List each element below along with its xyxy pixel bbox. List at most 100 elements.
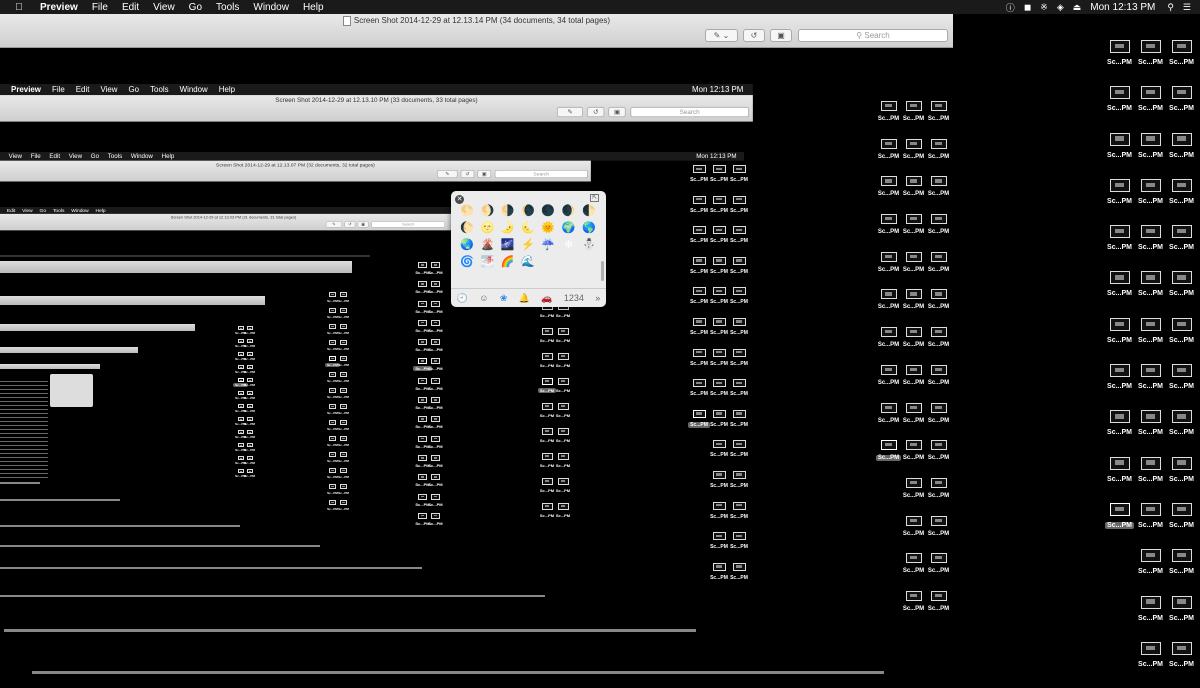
thumbnail[interactable]: Sc...PM bbox=[415, 454, 430, 474]
menu-help[interactable]: Help bbox=[303, 2, 324, 13]
thumbnail[interactable]: Sc...PM bbox=[539, 328, 555, 353]
thumbnail[interactable]: Sc...PM bbox=[709, 287, 729, 318]
clock[interactable]: Mon 12:13 PM bbox=[1090, 2, 1155, 13]
thumbnail[interactable]: Sc...PM bbox=[539, 353, 555, 378]
emoji-item[interactable]: 🌋 bbox=[477, 237, 497, 254]
thumbnail[interactable]: Sc...PM bbox=[1166, 86, 1197, 132]
thumbnail[interactable]: Sc...PM bbox=[926, 515, 951, 554]
thumbnail[interactable]: Sc...PM bbox=[688, 409, 710, 441]
thumbnail[interactable]: Sc...PM bbox=[1104, 40, 1135, 86]
thumbnail[interactable]: Sc...PM bbox=[926, 176, 951, 214]
thumbnail[interactable]: Sc...PM bbox=[709, 409, 729, 441]
thumbnail[interactable]: Sc...PM bbox=[876, 138, 901, 177]
volume-icon[interactable]: ◼ bbox=[1024, 2, 1031, 13]
thumbnail[interactable]: Sc...PM bbox=[1104, 225, 1135, 271]
thumbnail[interactable]: Sc...PM bbox=[415, 339, 430, 358]
thumbnail[interactable]: Sc...PM bbox=[901, 590, 926, 629]
thumbnail[interactable]: Sc...PM bbox=[428, 319, 443, 339]
thumbnail[interactable]: Sc...PM bbox=[926, 402, 951, 441]
thumbnail[interactable]: Sc...PM bbox=[926, 364, 951, 403]
thumbnail[interactable]: Sc...PM bbox=[555, 453, 571, 478]
thumbnail[interactable]: Sc...PM bbox=[539, 503, 555, 528]
thumbnail[interactable]: Sc...PM bbox=[926, 590, 951, 629]
emoji-item[interactable]: 🌌 bbox=[498, 237, 518, 254]
thumbnail[interactable]: Sc...PM bbox=[415, 397, 430, 416]
thumbnail[interactable]: Sc...PM bbox=[428, 435, 443, 455]
emoji-item[interactable]: 🌏 bbox=[457, 237, 477, 254]
thumbnail[interactable]: Sc...PM bbox=[1166, 641, 1197, 688]
thumbnail[interactable]: Sc...PM bbox=[338, 436, 349, 452]
thumbnail[interactable]: Sc...PM bbox=[327, 468, 338, 484]
thumbnail[interactable]: Sc...PM bbox=[555, 478, 571, 503]
thumbnail[interactable]: Sc...PM bbox=[926, 101, 951, 139]
thumbnail[interactable]: Sc...PM bbox=[709, 379, 729, 410]
thumbnail[interactable]: Sc...PM bbox=[901, 176, 926, 214]
thumbnail[interactable]: Sc...PM bbox=[709, 470, 729, 502]
thumbnail[interactable]: Sc...PM bbox=[338, 484, 349, 500]
thumbnail[interactable]: Sc...PM bbox=[926, 440, 951, 478]
rotate-button[interactable]: ↺ bbox=[743, 29, 765, 42]
thumbnail[interactable]: Sc...PM bbox=[244, 365, 255, 378]
thumbnail[interactable]: Sc...PM bbox=[1104, 410, 1135, 456]
thumbnail[interactable]: Sc...PM bbox=[327, 292, 338, 308]
emoji-item[interactable]: 🌀 bbox=[457, 254, 477, 271]
thumbnail[interactable]: Sc...PM bbox=[876, 214, 901, 252]
thumbnail[interactable]: Sc...PM bbox=[901, 214, 926, 252]
thumbnail[interactable]: Sc...PM bbox=[729, 470, 749, 502]
thumbnail[interactable]: Sc...PM bbox=[926, 327, 951, 365]
thumbnail[interactable]: Sc...PM bbox=[555, 353, 571, 378]
notification-center-icon[interactable]: ☰ bbox=[1183, 2, 1191, 13]
thumbnail[interactable]: Sc...PM bbox=[689, 256, 709, 288]
thumbnail[interactable]: Sc...PM bbox=[729, 348, 749, 380]
thumbnail[interactable]: Sc...PM bbox=[415, 435, 430, 455]
thumbnail[interactable]: Sc...PM bbox=[709, 256, 729, 288]
thumbnail[interactable]: Sc...PM bbox=[1166, 132, 1197, 179]
thumbnail[interactable]: Sc...PM bbox=[325, 356, 340, 372]
thumbnail[interactable]: Sc...PM bbox=[1135, 595, 1166, 642]
thumbnail[interactable]: Sc...PM bbox=[428, 262, 443, 281]
thumbnail[interactable]: Sc...PM bbox=[1166, 40, 1197, 86]
thumbnail[interactable]: Sc...PM bbox=[926, 553, 951, 591]
emoji-item[interactable]: 🌈 bbox=[498, 254, 518, 271]
thumbnail[interactable]: Sc...PM bbox=[428, 512, 443, 532]
thumbnail[interactable]: Sc...PM bbox=[415, 416, 430, 435]
thumbnail[interactable]: Sc...PM bbox=[244, 404, 255, 417]
thumbnail[interactable]: Sc...PM bbox=[729, 562, 749, 594]
thumbnail[interactable]: Sc...PM bbox=[1135, 178, 1166, 225]
thumbnail[interactable]: Sc...PM bbox=[244, 456, 255, 469]
thumbnail[interactable]: Sc...PM bbox=[415, 493, 430, 513]
thumbnail[interactable]: Sc...PM bbox=[729, 379, 749, 410]
thumbnail[interactable]: Sc...PM bbox=[327, 452, 338, 468]
thumbnail[interactable]: Sc...PM bbox=[709, 226, 729, 257]
thumbnail[interactable]: Sc...PM bbox=[338, 308, 349, 324]
thumbnail[interactable]: Sc...PM bbox=[244, 391, 255, 404]
thumbnail[interactable]: Sc...PM bbox=[689, 165, 709, 196]
bluetooth-icon[interactable]: ※ bbox=[1040, 2, 1048, 13]
emoji-item[interactable]: 🌗 bbox=[498, 203, 518, 220]
thumbnail[interactable]: Sc...PM bbox=[709, 317, 729, 349]
thumbnail[interactable]: Sc...PM bbox=[1135, 317, 1166, 364]
thumbnail[interactable]: Sc...PM bbox=[1135, 132, 1166, 179]
thumbnail[interactable]: Sc...PM bbox=[729, 440, 749, 471]
thumbnail[interactable]: Sc...PM bbox=[876, 289, 901, 327]
spotlight-icon[interactable]: ⚲ bbox=[1167, 2, 1174, 13]
thumbnail[interactable]: Sc...PM bbox=[244, 430, 255, 443]
thumbnail[interactable]: Sc...PM bbox=[901, 289, 926, 327]
emoji-item[interactable]: 🌑 bbox=[538, 203, 558, 220]
thumbnail[interactable]: Sc...PM bbox=[901, 364, 926, 403]
thumbnail[interactable]: Sc...PM bbox=[876, 327, 901, 365]
thumbnail[interactable]: Sc...PM bbox=[876, 364, 901, 403]
thumbnail[interactable]: Sc...PM bbox=[338, 468, 349, 484]
thumbnail[interactable]: Sc...PM bbox=[709, 165, 729, 196]
emoji-category-tab[interactable]: 🕘 bbox=[457, 293, 468, 304]
expand-icon[interactable]: ⇱ bbox=[590, 194, 599, 202]
thumbnail[interactable]: Sc...PM bbox=[729, 195, 749, 227]
emoji-item[interactable]: 🌊 bbox=[518, 254, 538, 271]
emoji-item[interactable]: ❄ bbox=[558, 237, 578, 254]
thumbnail[interactable]: Sc...PM bbox=[1104, 317, 1135, 364]
thumbnail[interactable]: Sc...PM bbox=[338, 356, 349, 372]
thumbnail[interactable]: Sc...PM bbox=[901, 327, 926, 365]
thumbnail[interactable]: Sc...PM bbox=[901, 138, 926, 177]
thumbnail[interactable]: Sc...PM bbox=[1135, 225, 1166, 271]
thumbnail[interactable]: Sc...PM bbox=[1166, 595, 1197, 642]
